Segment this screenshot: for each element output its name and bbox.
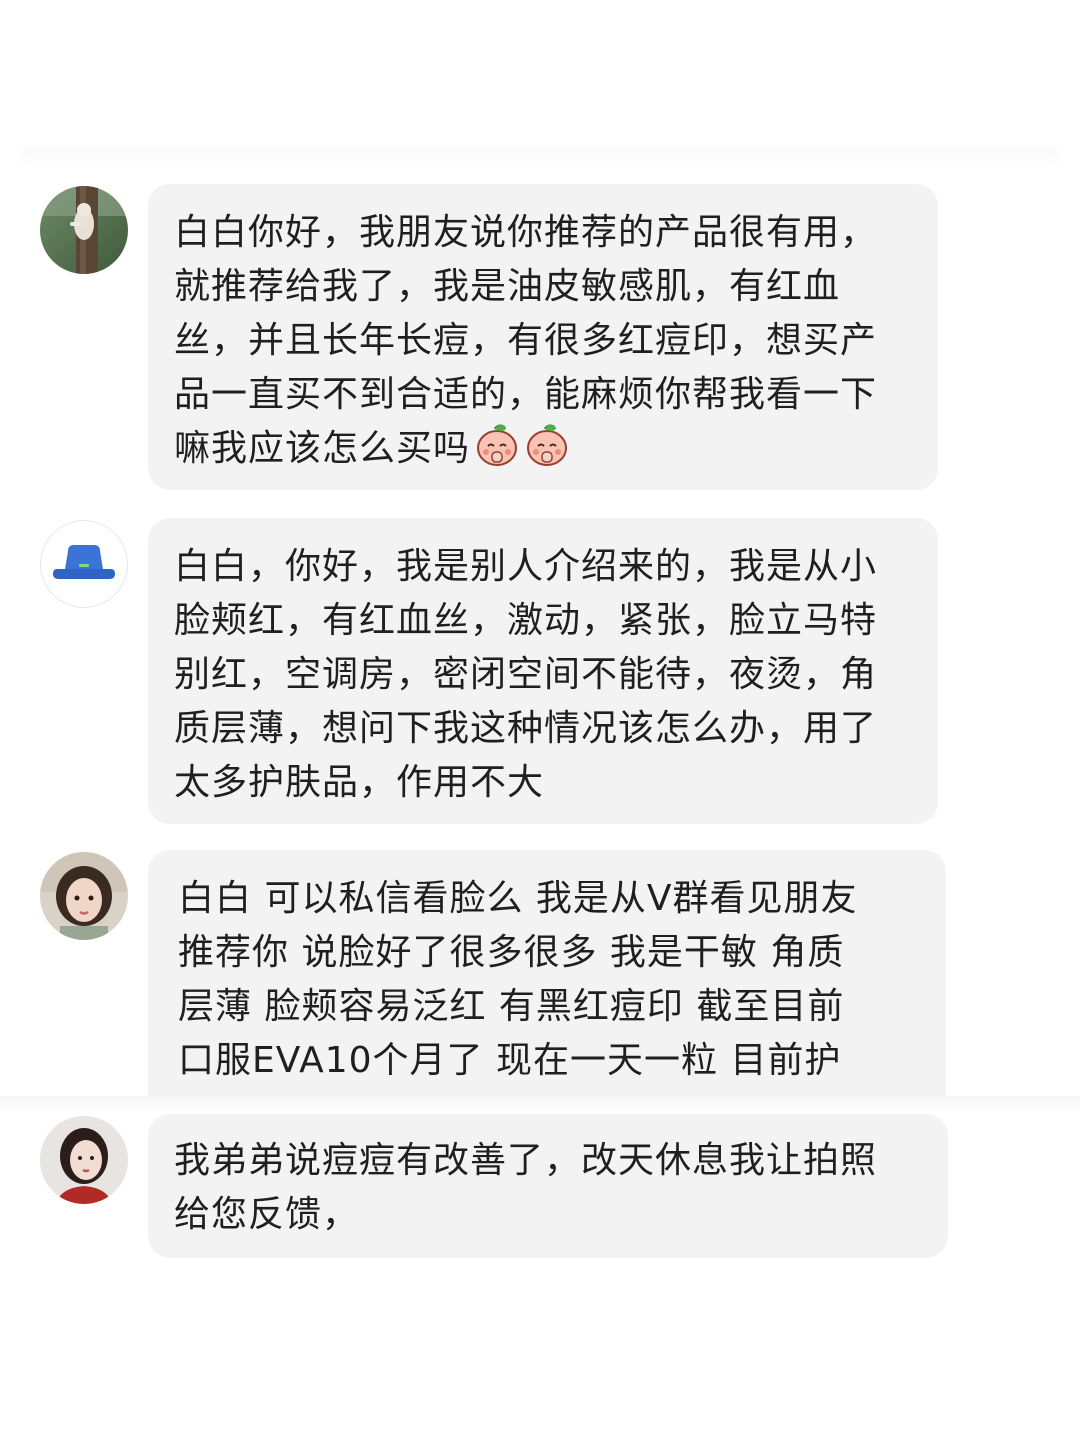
message-text-line: 推荐你 说脸好了很多很多 我是干敏 角质 bbox=[178, 932, 845, 973]
message-text-line: 给您反馈， bbox=[174, 1194, 360, 1235]
message-bubble[interactable]: 我弟弟说痘痘有改善了，改天休息我让拍照 给您反馈， bbox=[148, 1114, 948, 1258]
avatar-woman-red-top-icon bbox=[40, 1116, 128, 1204]
avatar[interactable] bbox=[40, 1116, 128, 1204]
message-text-line: 层薄 脸颊容易泛红 有黑红痘印 截至目前 bbox=[178, 986, 845, 1027]
section-divider-shadow bbox=[0, 1096, 1080, 1112]
avatar-girl-portrait-icon bbox=[40, 852, 128, 940]
clipped-message-area: 白白 可以私信看脸么 我是从V群看见朋友 推荐你 说脸好了很多很多 我是干敏 角… bbox=[0, 0, 1080, 1096]
message-text-line: 白白 可以私信看脸么 我是从V群看见朋友 bbox=[178, 878, 858, 919]
message-bubble[interactable]: 白白 可以私信看脸么 我是从V群看见朋友 推荐你 说脸好了很多很多 我是干敏 角… bbox=[148, 850, 946, 1096]
avatar[interactable] bbox=[40, 852, 128, 940]
message-text-line: 我弟弟说痘痘有改善了，改天休息我让拍照 bbox=[174, 1140, 878, 1181]
message-text-line: 口服EVA10个月了 现在一天一粒 目前护 bbox=[178, 1040, 842, 1081]
